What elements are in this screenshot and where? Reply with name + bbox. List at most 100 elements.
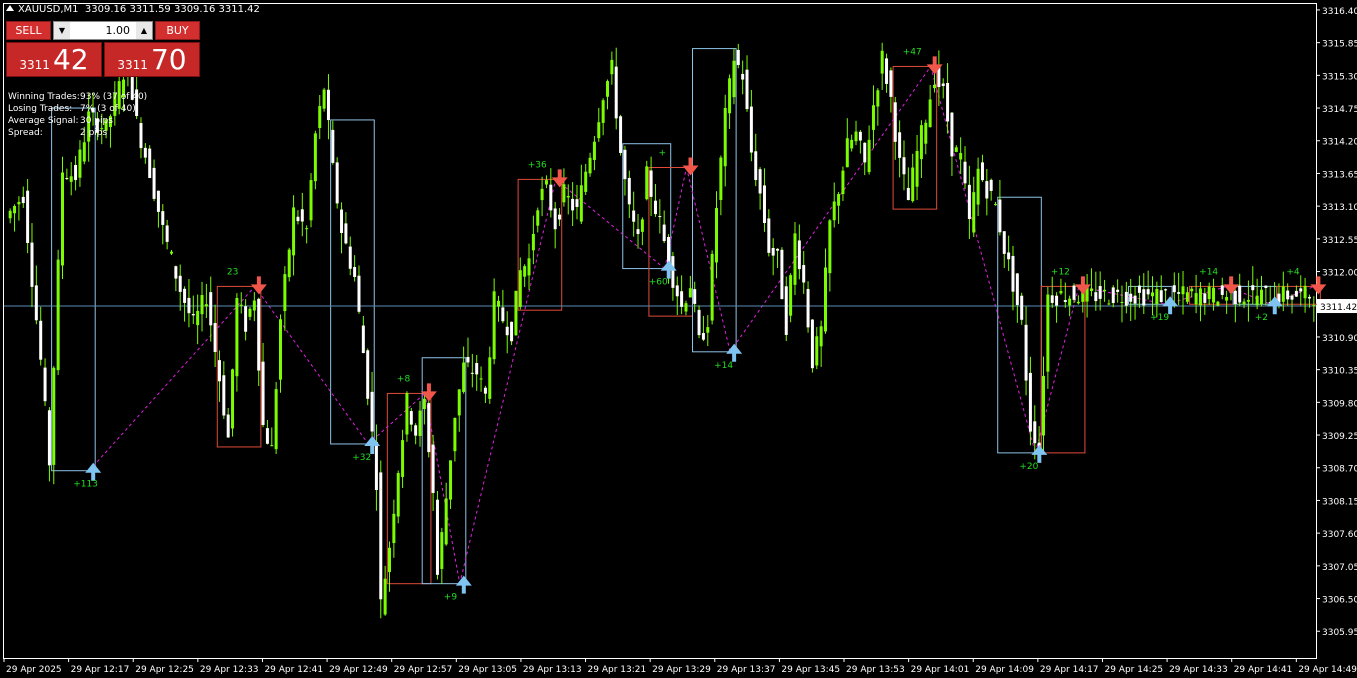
candle-body — [1159, 290, 1163, 303]
candle-body — [819, 326, 823, 347]
candle-body — [1094, 292, 1098, 302]
candle-body — [837, 194, 841, 206]
candle-body — [985, 181, 989, 199]
lot-size-input[interactable]: ▼ 1.00 ▲ — [53, 21, 153, 40]
candle-body — [1024, 324, 1028, 381]
signal-pips-label: +36 — [528, 160, 547, 170]
candle-body — [1063, 300, 1067, 302]
buy-price-button[interactable]: 3311 70 — [104, 42, 200, 77]
candle-body — [1020, 295, 1024, 320]
candle-body — [1033, 421, 1037, 444]
candle-body — [497, 300, 500, 307]
candle-body — [283, 274, 287, 312]
candle-body — [1120, 301, 1124, 303]
candle-body — [1194, 293, 1198, 305]
candle-body — [261, 361, 265, 426]
candle-body — [1251, 285, 1255, 291]
lot-decrease-icon[interactable]: ▼ — [54, 22, 70, 39]
candle-body — [527, 258, 531, 276]
price-tick-label: 3307.05 — [1322, 563, 1357, 573]
candle-body — [296, 216, 300, 222]
candle-body — [440, 532, 444, 569]
candle-body — [623, 149, 627, 180]
signal-pips-label: +8 — [397, 374, 411, 384]
time-tick-label: 29 Apr 12:57 — [394, 665, 453, 675]
candle-body — [723, 108, 727, 167]
candle-body — [828, 220, 832, 274]
candle-body — [152, 167, 156, 199]
sell-price-button[interactable]: 3311 42 — [6, 42, 102, 77]
candle-body — [366, 350, 370, 399]
candle-body — [61, 172, 64, 266]
candle-body — [209, 292, 213, 326]
candle-body — [780, 249, 784, 300]
candle-body — [911, 167, 915, 202]
candle-body — [902, 157, 906, 175]
price-tick-label: 3310.35 — [1322, 367, 1357, 377]
candle-body — [989, 179, 993, 191]
candle-body — [1294, 290, 1298, 297]
candle-body — [1002, 231, 1006, 254]
stat-row: Spread: 2 pips — [8, 127, 147, 139]
candle-body — [850, 139, 854, 149]
candle-body — [1172, 285, 1176, 293]
candle-body — [1076, 301, 1080, 304]
candle-body — [1055, 295, 1059, 306]
time-tick-label: 29 Apr 12:41 — [264, 665, 323, 675]
candle-body — [898, 132, 902, 158]
stat-label: Winning Trades: — [8, 92, 80, 102]
candle-body — [906, 187, 910, 201]
one-click-trading-panel: SELL ▼ 1.00 ▲ BUY 3311 42 3311 70 — [6, 21, 200, 77]
price-tick-label: 3316.40 — [1322, 7, 1357, 17]
candle-body — [1116, 289, 1120, 292]
candle-body — [148, 148, 152, 179]
candle-body — [178, 275, 182, 292]
candle-body — [592, 141, 596, 160]
candle-body — [601, 100, 605, 123]
candle-body — [279, 319, 282, 380]
candle-body — [1164, 289, 1168, 291]
candle-body — [244, 306, 248, 332]
sell-button[interactable]: SELL — [6, 21, 51, 40]
candle-body — [1107, 303, 1111, 305]
buy-button[interactable]: BUY — [155, 21, 200, 40]
signal-pips-label: +2 — [1255, 313, 1268, 323]
candle-body — [217, 360, 221, 382]
candle-body — [21, 196, 25, 204]
stat-value: 30 pips — [80, 116, 113, 126]
candle-body — [736, 49, 740, 65]
candle-body — [457, 389, 461, 416]
price-chart[interactable]: +113 23 +32 +8 +9 +36 +60 + +14 +47 +20 +12 +19 +14 +2… — [0, 0, 1357, 678]
candle-body — [47, 410, 51, 466]
signal-pips-label: +14 — [714, 361, 733, 371]
sell-price-pips: 42 — [52, 43, 89, 76]
time-tick-label: 29 Apr 13:37 — [717, 665, 776, 675]
price-tick-label: 3313.65 — [1322, 170, 1357, 180]
candle-body — [422, 398, 426, 410]
time-tick-label: 29 Apr 14:41 — [1234, 665, 1293, 675]
price-tick-label: 3307.60 — [1322, 530, 1357, 540]
candle-body — [715, 207, 718, 263]
lot-increase-icon[interactable]: ▲ — [136, 22, 152, 39]
candle-body — [56, 259, 60, 371]
chart-background — [0, 0, 1357, 678]
lot-size-value[interactable]: 1.00 — [70, 22, 136, 39]
candle-body — [858, 131, 862, 141]
candle-body — [1050, 295, 1054, 303]
candle-body — [719, 157, 723, 200]
candle-body — [313, 133, 317, 182]
candle-body — [52, 367, 56, 465]
signal-pips-label: +113 — [73, 480, 98, 490]
candle-body — [191, 314, 195, 316]
candle-body — [1137, 285, 1141, 293]
candle-body — [1177, 292, 1181, 294]
candle-body — [514, 290, 518, 336]
price-tick-label: 3308.15 — [1322, 497, 1357, 507]
candle-body — [248, 308, 252, 317]
candle-body — [636, 229, 640, 235]
candle-body — [793, 233, 797, 285]
candle-body — [1299, 288, 1303, 292]
candle-body — [505, 326, 509, 336]
candle-body — [893, 102, 897, 142]
price-tick-label: 3310.90 — [1322, 334, 1357, 344]
